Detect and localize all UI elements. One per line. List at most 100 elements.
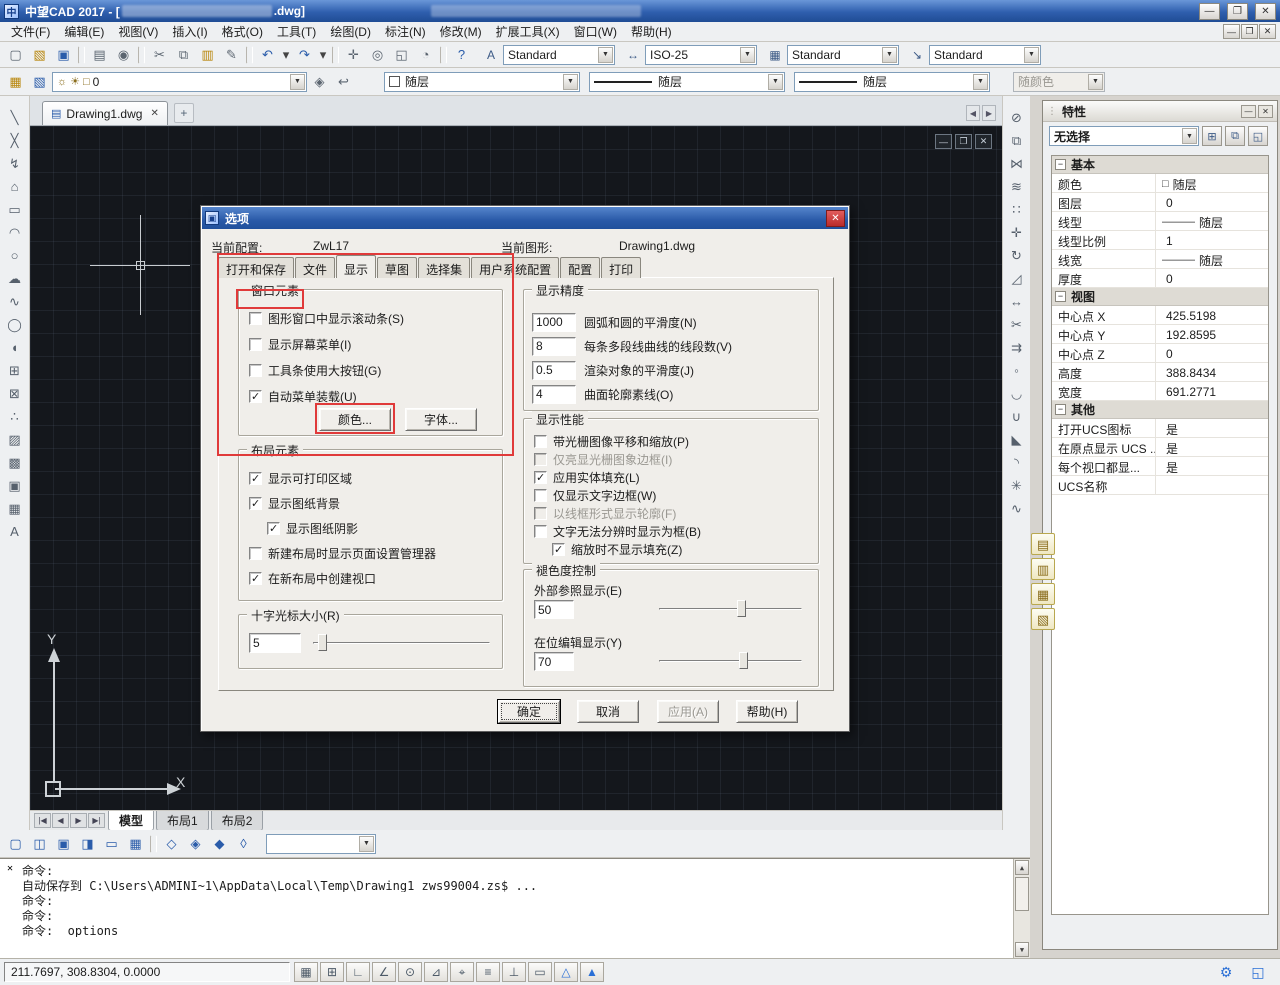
checkbox-row[interactable]: 显示屏幕菜单(I) xyxy=(249,336,502,352)
palette-button[interactable]: ▤ xyxy=(1031,533,1055,555)
modify-tool-button[interactable]: ∪ xyxy=(1005,405,1029,427)
property-row[interactable]: 每个视口都显... 是 xyxy=(1052,457,1268,476)
tab-close-icon[interactable]: ✕ xyxy=(150,108,158,119)
command-window[interactable]: ✕ 命令: 自动保存到 C:\Users\ADMINI~1\AppData\Lo… xyxy=(0,858,1030,958)
minimize-button[interactable]: — xyxy=(1199,3,1220,20)
status-toggle-button[interactable]: ⊥ xyxy=(502,962,526,982)
inplace-fade-input[interactable] xyxy=(534,652,574,671)
viewport-tool-button[interactable]: ◫ xyxy=(28,833,51,855)
dialog-tab[interactable]: 配置 xyxy=(560,257,600,278)
draw-tool-button[interactable]: ∿ xyxy=(3,290,27,312)
toolbar-button[interactable] xyxy=(332,46,339,64)
modify-tool-button[interactable]: ∿ xyxy=(1005,497,1029,519)
status-toggle-button[interactable]: △ xyxy=(554,962,578,982)
property-row[interactable]: 中心点 X 425.5198 xyxy=(1052,306,1268,325)
child-restore-button[interactable]: ❐ xyxy=(955,134,972,149)
properties-tool-button[interactable]: ◱ xyxy=(1248,126,1268,146)
toolbar-button[interactable]: ⧉ xyxy=(172,44,195,66)
property-value[interactable]: □ 随层 xyxy=(1156,174,1268,192)
collapse-icon[interactable]: − xyxy=(1055,404,1066,415)
dialog-tab[interactable]: 显示 xyxy=(336,255,376,278)
precision-input[interactable] xyxy=(532,361,576,380)
layer-states-button[interactable]: ▧ xyxy=(28,71,51,93)
draw-tool-button[interactable]: ∴ xyxy=(3,405,27,427)
checkbox-row[interactable]: 在新布局中创建视口 xyxy=(249,570,502,586)
modify-tool-button[interactable]: ⊘ xyxy=(1005,106,1029,128)
modify-tool-button[interactable]: ⇉ xyxy=(1005,336,1029,358)
checkbox-row[interactable]: 图形窗口中显示滚动条(S) xyxy=(249,310,502,326)
property-row[interactable]: 高度 388.8434 xyxy=(1052,363,1268,382)
toolbar-button[interactable]: ▥ xyxy=(196,44,219,66)
command-scrollbar[interactable]: ▲ ▼ xyxy=(1013,859,1030,958)
close-button[interactable]: ✕ xyxy=(1255,3,1276,20)
palette-button[interactable]: ▧ xyxy=(1031,608,1055,630)
dropdown-arrow-icon[interactable]: ▼ xyxy=(740,47,755,63)
new-document-button[interactable]: + xyxy=(174,103,194,123)
viewport-scale-combo[interactable]: ▼ xyxy=(266,834,376,854)
checkbox[interactable] xyxy=(534,507,547,520)
viewport-tool-button[interactable]: ▣ xyxy=(52,833,75,855)
draw-tool-button[interactable]: ╲ xyxy=(3,106,27,128)
dialog-button[interactable]: 取消 xyxy=(577,700,639,723)
precision-input[interactable] xyxy=(532,337,576,356)
scroll-up-button[interactable]: ▲ xyxy=(1015,860,1029,875)
panel-close-button[interactable]: ✕ xyxy=(1258,105,1273,118)
dropdown-arrow-icon[interactable]: ▼ xyxy=(882,47,897,63)
toolbar-button[interactable]: ↶ xyxy=(256,44,279,66)
viewport-tool-button[interactable]: ▢ xyxy=(4,833,27,855)
collapse-icon[interactable]: − xyxy=(1055,159,1066,170)
toolbar-button[interactable]: ▣ xyxy=(52,44,75,66)
checkbox[interactable] xyxy=(534,471,547,484)
property-row[interactable]: 在原点显示 UCS ... 是 xyxy=(1052,438,1268,457)
dialog-title-bar[interactable]: ▣ 选项 ✕ xyxy=(202,207,848,229)
draw-tool-button[interactable]: ○ xyxy=(3,244,27,266)
property-row[interactable]: UCS名称 xyxy=(1052,476,1268,495)
scrollbar-thumb[interactable] xyxy=(1015,877,1029,911)
checkbox-row[interactable]: 应用实体填充(L) xyxy=(534,469,818,485)
draw-tool-button[interactable]: ▭ xyxy=(3,198,27,220)
panel-minimize-button[interactable]: — xyxy=(1241,105,1256,118)
viewport-tool-button[interactable]: ◊ xyxy=(232,833,255,855)
layout-tab[interactable]: 布局2 xyxy=(211,811,264,831)
dropdown-arrow-icon[interactable]: ▼ xyxy=(563,74,578,90)
property-value[interactable]: ——— 随层 xyxy=(1156,250,1268,268)
toolbar-button[interactable]: ◉ xyxy=(112,44,135,66)
toolbar-button[interactable]: ▾ xyxy=(317,44,329,66)
status-toggle-button[interactable]: ∠ xyxy=(372,962,396,982)
property-row[interactable]: 中心点 Y 192.8595 xyxy=(1052,325,1268,344)
status-right-button[interactable]: ⚙ xyxy=(1214,962,1238,982)
toolbar-button[interactable]: ▧ xyxy=(28,44,51,66)
maximize-button[interactable]: ❐ xyxy=(1227,3,1248,20)
scroll-down-button[interactable]: ▼ xyxy=(1015,942,1029,957)
xref-fade-slider[interactable] xyxy=(659,600,802,618)
palette-button[interactable]: ▥ xyxy=(1031,558,1055,580)
draw-tool-button[interactable]: ⌂ xyxy=(3,175,27,197)
status-toggle-button[interactable]: ▲ xyxy=(580,962,604,982)
layout-tab[interactable]: 模型 xyxy=(108,811,154,831)
draw-tool-button[interactable]: A xyxy=(3,520,27,542)
modify-tool-button[interactable]: ◝ xyxy=(1005,451,1029,473)
checkbox[interactable] xyxy=(249,572,262,585)
property-value[interactable] xyxy=(1156,476,1268,494)
make-object-layer-current-button[interactable]: ◈ xyxy=(308,71,331,93)
precision-input[interactable] xyxy=(532,313,576,332)
menu-item[interactable]: 扩展工具(X) xyxy=(489,21,567,42)
dialog-tab[interactable]: 选择集 xyxy=(418,257,470,278)
mdi-minimize-button[interactable]: — xyxy=(1223,24,1240,39)
draw-tool-button[interactable]: ▦ xyxy=(3,497,27,519)
modify-tool-button[interactable]: ∷ xyxy=(1005,198,1029,220)
palette-button[interactable]: ▦ xyxy=(1031,583,1055,605)
dialog-tab[interactable]: 草图 xyxy=(377,257,417,278)
viewport-tool-button[interactable]: ◆ xyxy=(208,833,231,855)
xref-fade-input[interactable] xyxy=(534,600,574,619)
property-value[interactable]: 是 xyxy=(1156,457,1268,475)
dropdown-arrow-icon[interactable]: ▼ xyxy=(598,47,613,63)
modify-tool-button[interactable]: ◦ xyxy=(1005,359,1029,381)
layout-tab[interactable]: 布局1 xyxy=(156,811,209,831)
property-row[interactable]: 颜色 □ 随层 xyxy=(1052,174,1268,193)
modify-tool-button[interactable]: ⋈ xyxy=(1005,152,1029,174)
modify-tool-button[interactable]: ◣ xyxy=(1005,428,1029,450)
section-header[interactable]: − 其他 xyxy=(1052,401,1268,419)
checkbox[interactable] xyxy=(534,435,547,448)
checkbox[interactable] xyxy=(534,525,547,538)
